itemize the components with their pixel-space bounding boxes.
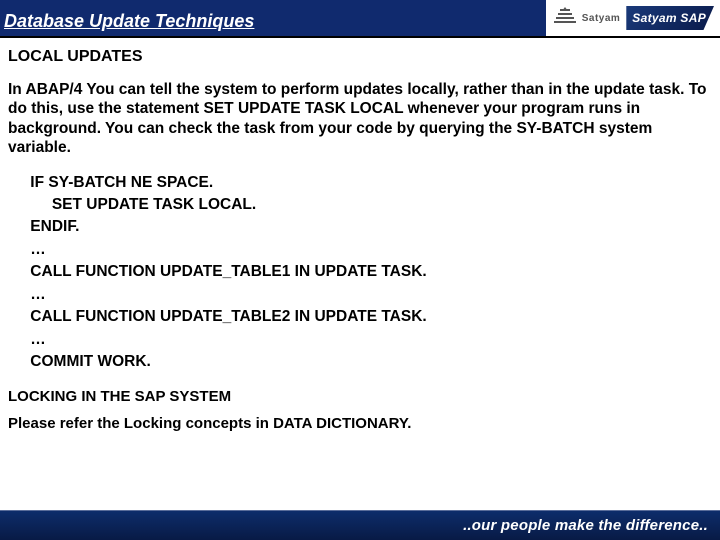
satyam-logo: Satyam [552,7,621,29]
slide-footer: ..our people make the difference.. [0,510,720,540]
satyam-text: Satyam [582,13,621,24]
logo-area: Satyam Satyam SAP [546,0,720,36]
footer-tagline: ..our people make the difference.. [463,517,708,534]
sap-logo: Satyam SAP [626,5,714,31]
refer-text: Please refer the Locking concepts in DAT… [8,415,712,432]
satyam-icon [552,7,578,29]
slide-content: LOCAL UPDATES In ABAP/4 You can tell the… [0,38,720,432]
section-heading-local-updates: LOCAL UPDATES [8,48,712,66]
slide-title: Database Update Techniques [0,0,546,36]
slide-header: Database Update Techniques Satyam Satyam… [0,0,720,38]
paragraph-local-updates: In ABAP/4 You can tell the system to per… [8,80,712,158]
code-example: IF SY-BATCH NE SPACE. SET UPDATE TASK LO… [26,172,712,374]
section-heading-locking: LOCKING IN THE SAP SYSTEM [8,388,712,405]
sap-logo-text: Satyam SAP [626,6,714,30]
